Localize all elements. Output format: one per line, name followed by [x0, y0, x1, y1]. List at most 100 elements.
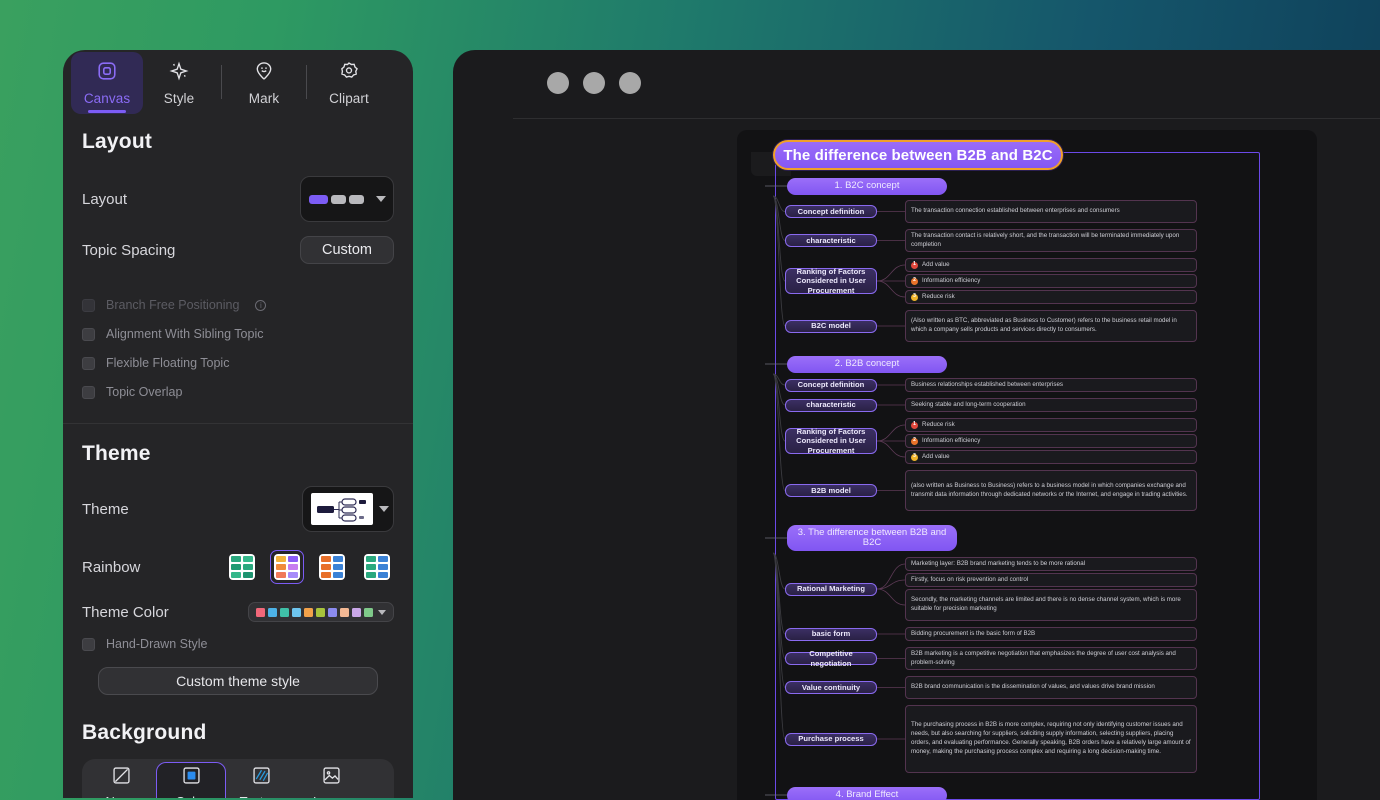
- rainbow-cell: [287, 571, 298, 578]
- mindmap-leaf-node[interactable]: 2 Information efficiency: [905, 434, 1197, 448]
- palette-color[interactable]: [352, 607, 361, 617]
- mindmap-leaf-node[interactable]: Bidding procurement is the basic form of…: [905, 627, 1197, 641]
- rainbow-cell: [321, 563, 332, 571]
- custom-theme-style-button[interactable]: Custom theme style: [98, 667, 378, 695]
- rainbow-swatch-2[interactable]: [315, 550, 349, 584]
- mindmap-window: The difference between B2B and B2C 1. B2C…: [453, 50, 1380, 800]
- minimize-dot[interactable]: [547, 72, 569, 94]
- mindmap-branch-node[interactable]: Concept definition: [785, 205, 877, 218]
- tab-divider-2: [306, 65, 307, 99]
- mindmap-root-node[interactable]: The difference between B2B and B2C: [773, 140, 1063, 170]
- checkbox-branch-free-positioning[interactable]: Branch Free Positioning i: [82, 298, 394, 312]
- left-settings-panel: Canvas Style Mark Clipart Layout Layout …: [63, 50, 413, 798]
- layout-section: Layout Layout Topic Spacing Custom Branc…: [63, 114, 413, 399]
- rainbow-cell: [231, 556, 242, 563]
- rainbow-cell: [366, 556, 377, 563]
- mindmap-leaf-node[interactable]: Firstly, focus on risk prevention and co…: [905, 573, 1197, 587]
- background-option-none[interactable]: None: [86, 762, 156, 798]
- mindmap-leaf-node[interactable]: 3 Reduce risk: [905, 290, 1197, 304]
- checkbox-topic-overlap[interactable]: Topic Overlap: [82, 385, 394, 399]
- rainbow-cell: [287, 563, 298, 571]
- checkbox-box[interactable]: [82, 637, 95, 651]
- logical-right-layout-icon: [308, 194, 364, 204]
- palette-color[interactable]: [364, 607, 373, 617]
- mindmap-leaf-node[interactable]: The purchasing process in B2B is more co…: [905, 705, 1197, 773]
- mindmap-branch-node[interactable]: Value continuity: [785, 681, 877, 694]
- background-option-image[interactable]: Image: [296, 762, 366, 798]
- mindmap-section-header[interactable]: 3. The difference between B2B and B2C: [787, 525, 957, 551]
- checkbox-box[interactable]: [82, 298, 95, 312]
- palette-color[interactable]: [268, 607, 277, 617]
- checkbox-box[interactable]: [82, 327, 95, 341]
- tab-clipart-label: Clipart: [329, 91, 369, 106]
- leaf-text: Add value: [922, 452, 950, 460]
- mindmap-leaf-node[interactable]: B2B marketing is a competitive negotiati…: [905, 647, 1197, 670]
- palette-color[interactable]: [280, 607, 289, 617]
- mindmap-section-header[interactable]: 4. Brand Effect: [787, 787, 947, 800]
- theme-select[interactable]: [302, 486, 394, 532]
- mindmap-leaf-node[interactable]: (also written as Business to Business) r…: [905, 470, 1197, 511]
- palette-color[interactable]: [316, 607, 325, 617]
- mindmap-leaf-node[interactable]: 1 Add value: [905, 258, 1197, 272]
- leaf-text: Reduce risk: [922, 420, 955, 428]
- tab-style[interactable]: Style: [143, 52, 215, 114]
- mindmap-leaf-node[interactable]: 3 Add value: [905, 450, 1197, 464]
- layout-select[interactable]: [300, 176, 394, 222]
- mindmap-branch-node[interactable]: Purchase process: [785, 732, 877, 746]
- mindmap-leaf-node[interactable]: Business relationships established betwe…: [905, 378, 1197, 392]
- mindmap-leaf-node[interactable]: 2 Information efficiency: [905, 274, 1197, 288]
- mindmap-branch-node[interactable]: Concept definition: [785, 378, 877, 392]
- close-dot[interactable]: [619, 72, 641, 94]
- palette-color[interactable]: [340, 607, 349, 617]
- mindmap-leaf-node[interactable]: (Also written as BTC, abbreviated as Bus…: [905, 310, 1197, 342]
- background-option-texture[interactable]: Texture: [226, 762, 296, 798]
- rainbow-cell: [377, 571, 388, 578]
- mindmap-branch-node[interactable]: B2B model: [785, 484, 877, 497]
- checkbox-flexible-floating-topic[interactable]: Flexible Floating Topic: [82, 356, 394, 370]
- mindmap-leaf-node[interactable]: 1 Reduce risk: [905, 418, 1197, 432]
- info-icon[interactable]: i: [255, 299, 267, 311]
- mindmap-branch-node[interactable]: Rational Marketing: [785, 582, 877, 596]
- topic-spacing-custom-button[interactable]: Custom: [300, 236, 394, 264]
- mindmap-branch-node[interactable]: Ranking of Factors Considered in User Pr…: [785, 267, 877, 295]
- mindmap-section-header[interactable]: 1. B2C concept: [787, 178, 947, 195]
- rainbow-swatch-1[interactable]: [270, 550, 304, 584]
- mindmap-canvas[interactable]: The difference between B2B and B2C 1. B2C…: [737, 130, 1317, 800]
- mindmap-branch-node[interactable]: characteristic: [785, 234, 877, 247]
- palette-color[interactable]: [328, 607, 337, 617]
- app-screenshot: Canvas Style Mark Clipart Layout Layout …: [0, 0, 1380, 800]
- theme-color-palette[interactable]: [248, 602, 394, 622]
- palette-color[interactable]: [256, 607, 265, 617]
- checkbox-box[interactable]: [82, 385, 95, 399]
- mindmap-leaf-node[interactable]: B2B brand communication is the dissemina…: [905, 676, 1197, 699]
- palette-color[interactable]: [292, 607, 301, 617]
- mindmap-leaf-node[interactable]: Marketing layer: B2B brand marketing ten…: [905, 557, 1197, 571]
- theme-color-row: Theme Color: [82, 602, 394, 622]
- checkbox-hand-drawn-style[interactable]: Hand-Drawn Style: [82, 637, 394, 651]
- mindmap-branch-node[interactable]: B2C model: [785, 319, 877, 333]
- rainbow-cell: [276, 563, 287, 571]
- mindmap-leaf-node[interactable]: The transaction connection established b…: [905, 200, 1197, 223]
- mindmap-leaf-node[interactable]: Seeking stable and long-term cooperation: [905, 398, 1197, 412]
- rainbow-swatch-0[interactable]: [225, 550, 259, 584]
- mindmap-branch-node[interactable]: Competitive negotiation: [785, 649, 877, 668]
- checkbox-label: Topic Overlap: [106, 385, 183, 399]
- mindmap-content: The difference between B2B and B2C 1. B2C…: [737, 130, 1317, 800]
- tab-canvas[interactable]: Canvas: [71, 52, 143, 114]
- tab-clipart[interactable]: Clipart: [313, 52, 385, 114]
- background-option-color[interactable]: Color: [156, 762, 226, 798]
- mindmap-section-header[interactable]: 2. B2B concept: [787, 356, 947, 373]
- mindmap-leaf-node[interactable]: Secondly, the marketing channels are lim…: [905, 589, 1197, 621]
- mindmap-leaf-node[interactable]: The transaction contact is relatively sh…: [905, 229, 1197, 252]
- palette-color[interactable]: [304, 607, 313, 617]
- mindmap-branch-node[interactable]: characteristic: [785, 398, 877, 412]
- mindmap-branch-node[interactable]: basic form: [785, 627, 877, 641]
- checkbox-box[interactable]: [82, 356, 95, 370]
- leaf-text: Add value: [922, 260, 950, 268]
- rainbow-cell: [231, 571, 242, 578]
- maximize-dot[interactable]: [583, 72, 605, 94]
- rainbow-swatch-3[interactable]: [360, 550, 394, 584]
- mindmap-branch-node[interactable]: Ranking of Factors Considered in User Pr…: [785, 427, 877, 455]
- tab-mark[interactable]: Mark: [228, 52, 300, 114]
- checkbox-alignment-with-sibling-topic[interactable]: Alignment With Sibling Topic: [82, 327, 394, 341]
